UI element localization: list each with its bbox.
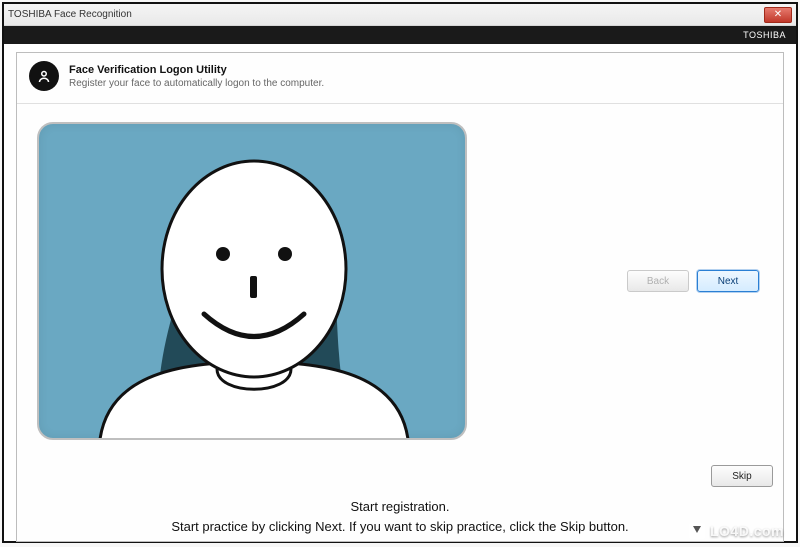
brand-bar: TOSHIBA: [4, 26, 796, 44]
content-area: Back Next: [17, 104, 783, 448]
page-title: Face Verification Logon Utility: [69, 64, 324, 76]
close-icon: ✕: [774, 10, 782, 20]
next-button[interactable]: Next: [697, 270, 759, 292]
face-id-icon: [29, 61, 59, 91]
app-window: TOSHIBA Face Recognition ✕ TOSHIBA Face …: [2, 2, 798, 543]
titlebar: TOSHIBA Face Recognition ✕: [4, 4, 796, 26]
brand-label: TOSHIBA: [743, 30, 786, 40]
instructions: Start registration. Start practice by cl…: [17, 497, 783, 537]
window-body: Face Verification Logon Utility Register…: [16, 52, 784, 542]
close-button[interactable]: ✕: [764, 7, 792, 23]
nav-buttons: Back Next: [467, 270, 763, 292]
back-button: Back: [627, 270, 689, 292]
instruction-line-1: Start registration.: [45, 497, 755, 517]
bottom-buttons: Skip: [711, 465, 773, 487]
header: Face Verification Logon Utility Register…: [17, 53, 783, 104]
camera-preview: [37, 122, 467, 440]
instruction-line-2: Start practice by clicking Next. If you …: [45, 517, 755, 537]
window-title: TOSHIBA Face Recognition: [8, 9, 132, 20]
face-illustration: [39, 124, 467, 440]
page-subtitle: Register your face to automatically logo…: [69, 78, 324, 89]
skip-button[interactable]: Skip: [711, 465, 773, 487]
